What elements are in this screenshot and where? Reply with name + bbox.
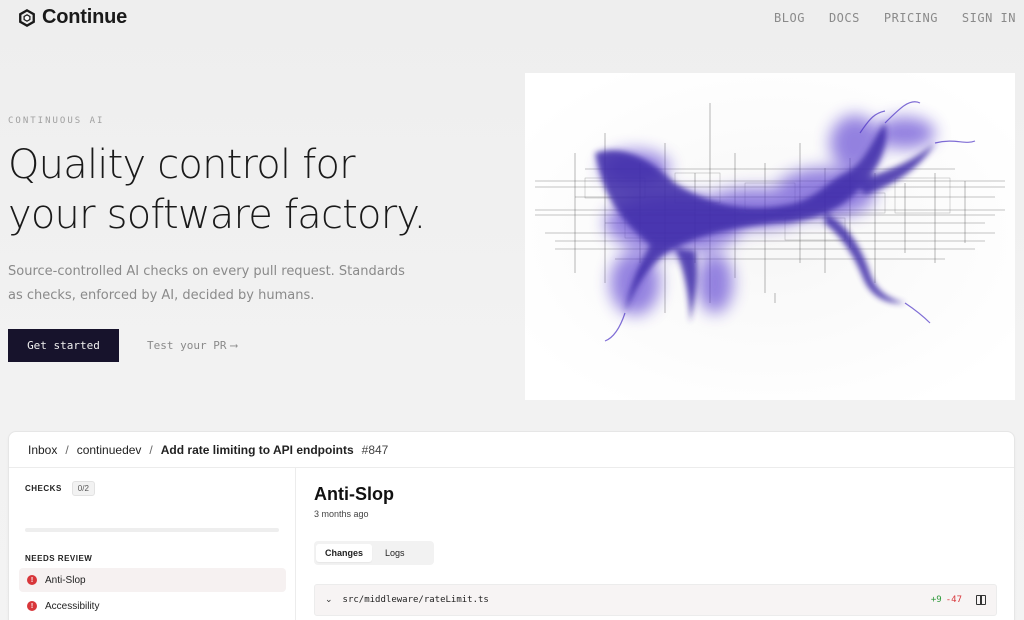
warning-icon: !: [27, 601, 37, 611]
hero-headline: Quality control for your software factor…: [8, 140, 488, 240]
breadcrumb-separator: /: [149, 442, 153, 457]
warning-icon: !: [27, 575, 37, 585]
hero-headline-line2: your software factory.: [8, 192, 426, 238]
checks-sidebar: CHECKS 0/2 NEEDS REVIEW ! Anti-Slop ! Ac…: [9, 468, 296, 620]
tab-logs[interactable]: Logs: [376, 544, 414, 562]
brand-name: Continue: [42, 6, 128, 28]
checks-label: CHECKS: [25, 484, 62, 493]
check-title: Anti-Slop: [314, 484, 394, 504]
breadcrumb-org[interactable]: continuedev: [77, 443, 142, 457]
file-path: src/middleware/rateLimit.ts: [342, 595, 489, 605]
checks-progress-bar: [25, 528, 279, 532]
check-detail: Anti-Slop 3 months ago Changes Logs ⌄ sr…: [297, 468, 1014, 620]
pr-review-panel: Inbox / continuedev / Add rate limiting …: [8, 431, 1015, 620]
hero-eyebrow: CONTINUOUS AI: [8, 116, 105, 126]
sidebar-item-label: Anti-Slop: [45, 574, 86, 586]
hero-headline-line1: Quality control for: [8, 142, 356, 188]
sidebar-item-anti-slop[interactable]: ! Anti-Slop: [19, 568, 286, 592]
breadcrumb-inbox[interactable]: Inbox: [28, 443, 57, 457]
test-your-pr-label: Test your PR: [147, 339, 227, 352]
split-view-icon[interactable]: [976, 595, 986, 605]
sidebar-item-label: Accessibility: [45, 600, 100, 612]
nav-sign-in[interactable]: SIGN IN: [962, 11, 1016, 25]
brand-logo[interactable]: Continue: [18, 6, 127, 29]
needs-review-label: NEEDS REVIEW: [25, 554, 93, 563]
checks-count-badge: 0/2: [71, 481, 95, 496]
hero-subtext: Source-controlled AI checks on every pul…: [8, 264, 405, 303]
nav-pricing[interactable]: PRICING: [884, 11, 938, 25]
breadcrumb-pr-number: #847: [361, 442, 389, 457]
deletions-count: -47: [945, 595, 962, 605]
tab-changes[interactable]: Changes: [316, 544, 373, 562]
get-started-button[interactable]: Get started: [8, 329, 119, 362]
nav-blog[interactable]: BLOG: [774, 11, 805, 25]
test-your-pr-link[interactable]: Test your PR ⟶: [147, 339, 237, 352]
arrow-right-icon: ⟶: [230, 339, 238, 352]
breadcrumb-separator: /: [65, 442, 69, 457]
circuit-ink-illustration: [525, 73, 1015, 400]
top-nav: BLOG DOCS PRICING SIGN IN: [774, 11, 1016, 25]
sidebar-item-accessibility[interactable]: ! Accessibility: [19, 594, 286, 618]
nav-docs[interactable]: DOCS: [829, 11, 860, 25]
checks-header: CHECKS 0/2: [25, 481, 95, 496]
continue-logo-icon: [19, 8, 35, 27]
check-timestamp: 3 months ago: [314, 509, 369, 519]
additions-count: +9: [930, 595, 942, 605]
chevron-down-icon[interactable]: ⌄: [325, 595, 333, 605]
hero-artwork: [525, 73, 1015, 400]
breadcrumb: Inbox / continuedev / Add rate limiting …: [9, 432, 1014, 468]
detail-tabs: Changes Logs: [314, 541, 434, 565]
diff-file-header[interactable]: ⌄ src/middleware/rateLimit.ts +9 -47: [314, 584, 997, 616]
breadcrumb-pr-title: Add rate limiting to API endpoints: [160, 442, 354, 457]
